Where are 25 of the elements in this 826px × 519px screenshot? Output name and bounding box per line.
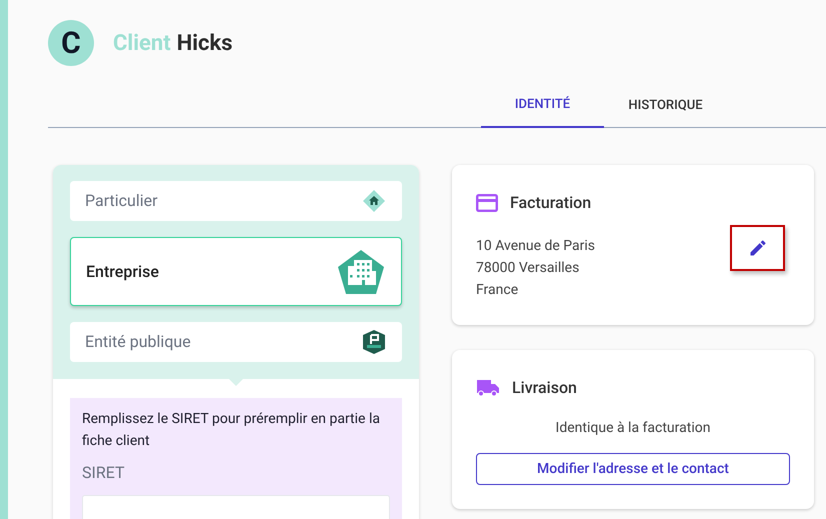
client-type-option[interactable]: Entreprise: [70, 237, 402, 306]
house-icon: [362, 189, 386, 213]
client-name: Hicks: [176, 30, 233, 58]
tab[interactable]: HISTORIQUE: [604, 84, 727, 128]
title-prefix: Client: [113, 30, 171, 58]
delivery-title: Livraison: [512, 377, 577, 399]
siret-input-field[interactable]: [82, 495, 390, 519]
billing-title: Facturation: [510, 192, 592, 214]
building-icon: [337, 248, 385, 294]
tab[interactable]: IDENTITÉ: [481, 84, 604, 128]
siret-label: SIRET: [82, 462, 126, 484]
pencil-icon: [748, 238, 768, 258]
truck-icon: [476, 379, 500, 397]
credit-card-icon: [476, 194, 498, 212]
address-line: France: [476, 281, 520, 300]
address-line: 10 Avenue de Paris: [476, 237, 595, 256]
edit-address-button[interactable]: Modifier l'adresse et le contact: [476, 453, 790, 485]
client-type-option[interactable]: Particulier: [70, 181, 402, 221]
address-line: 78000 Versailles: [476, 259, 580, 278]
flag-building-icon: [362, 329, 386, 355]
avatar: C: [48, 20, 94, 66]
client-type-option[interactable]: Entité publique: [70, 322, 402, 362]
delivery-note: Identique à la facturation: [554, 419, 712, 438]
siret-hint: Remplissez le SIRET pour préremplir en partie la fiche client: [82, 410, 381, 451]
edit-button[interactable]: [730, 225, 785, 271]
